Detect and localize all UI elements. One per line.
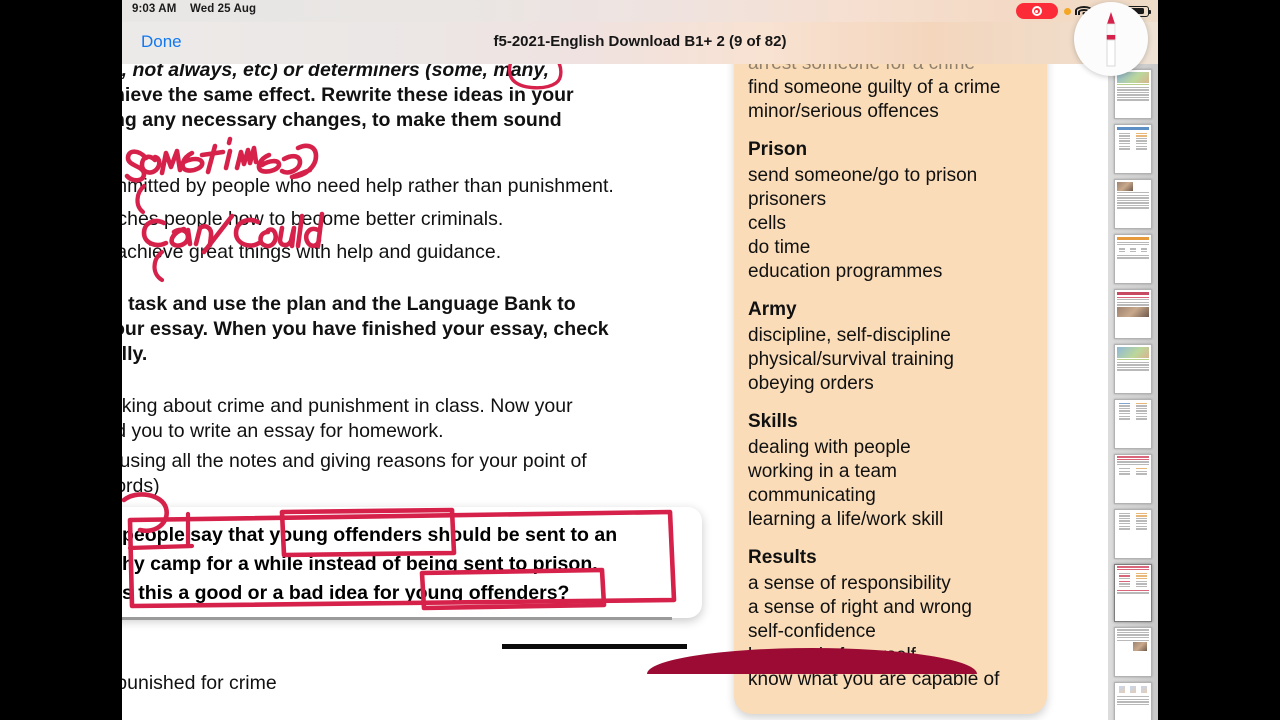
doc-line: able. <box>122 133 574 158</box>
paragraph-notes-intro: out: eing punished for crime <box>122 637 277 699</box>
doc-line: eing punished for crime <box>122 672 277 694</box>
doc-line: o achieve the same effect. Rewrite these… <box>122 84 574 106</box>
status-bar: 9:03 AM Wed 25 Aug 85% <box>122 0 1158 22</box>
letterbox-left <box>0 0 122 720</box>
screenshot-root: often, not always, etc) or determiners (… <box>0 0 1280 720</box>
thumbnail-item[interactable] <box>1114 399 1152 449</box>
thumbnail-item-current[interactable] <box>1114 564 1152 622</box>
paragraph-ideas-list: e committed by people who need help rath… <box>122 170 614 269</box>
status-time: 9:03 AM <box>132 3 177 15</box>
doc-line: e committed by people who need help rath… <box>122 175 614 197</box>
doc-line: e teaches people how to become better cr… <box>122 208 504 230</box>
question-line: s this a good or a bad idea for young of… <box>122 582 570 604</box>
stray-black-line <box>502 644 687 649</box>
thumbnail-item[interactable] <box>1114 234 1152 284</box>
question-box-rule <box>122 617 672 620</box>
language-bank-heading-skills: Skills <box>748 411 798 432</box>
language-bank-item: self-confidence <box>748 621 876 642</box>
thumbnail-item[interactable] <box>1114 627 1152 677</box>
marker-pen-tool-icon <box>1106 12 1116 67</box>
language-bank-item: send someone/go to prison <box>748 165 978 186</box>
language-bank-item: cells <box>748 213 787 234</box>
thumbnail-item[interactable] <box>1114 179 1152 229</box>
language-bank-partial-line: arrest someone for a crime <box>748 64 1033 76</box>
page-thumbnail-strip[interactable] <box>1108 64 1158 720</box>
orange-privacy-dot-icon <box>1063 7 1071 15</box>
screen-recording-indicator-icon[interactable] <box>1015 3 1058 19</box>
thumbnail-item[interactable] <box>1114 454 1152 504</box>
paragraph-instructions-2: riting task and use the plan and the Lan… <box>122 292 609 367</box>
question-line: people say that young offenders should b… <box>122 524 618 546</box>
doc-line: riting task and use the plan and the Lan… <box>122 293 576 315</box>
paragraph-instructions-1: often, not always, etc) or determiners (… <box>122 64 574 158</box>
language-bank-item: working in a team <box>748 461 897 482</box>
thumbnail-item[interactable] <box>1114 682 1152 720</box>
language-bank-item: dealing with people <box>748 437 911 458</box>
language-bank-item: minor/serious offences <box>748 101 939 122</box>
paragraph-context: en talking about crime and punishment in… <box>122 394 573 444</box>
doc-line: arefully. <box>122 343 148 365</box>
language-bank-item: a sense of right and wrong <box>748 597 972 618</box>
language-bank-heading-army: Army <box>748 299 797 320</box>
doc-line: out: <box>122 637 277 668</box>
nav-bar: Done f5-2021-English Download B1+ 2 (9 o… <box>122 22 1158 64</box>
marker-pen-tool-overlay[interactable] <box>1074 2 1148 76</box>
language-bank-item: education programmes <box>748 261 943 282</box>
thumbnail-item[interactable] <box>1114 69 1152 119</box>
letterbox-right <box>1158 0 1280 720</box>
doc-line: ite your essay. When you have finished y… <box>122 318 609 340</box>
thumbnail-item[interactable] <box>1114 289 1152 339</box>
language-bank-heading-results: Results <box>748 547 817 568</box>
status-date: Wed 25 Aug <box>190 3 257 15</box>
language-bank-item: a sense of responsibility <box>748 573 951 594</box>
language-bank-item: learning a life/work skill <box>748 509 944 530</box>
doc-line: asked you to write an essay for homework… <box>122 420 444 442</box>
language-bank-item: prisoners <box>748 189 827 210</box>
language-bank-item: communicating <box>748 485 876 506</box>
language-bank-item: do time <box>748 237 811 258</box>
language-bank-item: discipline, self-discipline <box>748 325 951 346</box>
document-title: f5-2021-English Download B1+ 2 (9 of 82) <box>493 33 787 50</box>
doc-line: 90 words) <box>122 475 160 497</box>
thumbnail-item[interactable] <box>1114 344 1152 394</box>
language-bank-item: physical/survival training <box>748 349 954 370</box>
language-bank-heading-prison: Prison <box>748 139 808 160</box>
essay-question-box: people say that young offenders should b… <box>122 507 702 618</box>
ipad-viewport: often, not always, etc) or determiners (… <box>122 0 1158 720</box>
language-bank-panel: arrest someone for a crime find someone … <box>734 64 1047 714</box>
language-bank-item: obeying orders <box>748 373 874 394</box>
paragraph-task: ssay using all the notes and giving reas… <box>122 449 587 499</box>
doc-line: often, not always, etc) or determiners (… <box>122 64 549 81</box>
doc-line: ssay using all the notes and giving reas… <box>122 450 587 472</box>
thumbnail-item[interactable] <box>1114 124 1152 174</box>
document-page[interactable]: often, not always, etc) or determiners (… <box>122 64 1108 720</box>
question-line: hy camp for a while instead of being sen… <box>122 553 598 575</box>
doc-line: ople achieve great things with help and … <box>122 241 502 263</box>
doc-line: en talking about crime and punishment in… <box>122 395 573 417</box>
language-bank-item: find someone guilty of a crime <box>748 77 1001 98</box>
doc-line: naking any necessary changes, to make th… <box>122 109 562 131</box>
thumbnail-item[interactable] <box>1114 509 1152 559</box>
